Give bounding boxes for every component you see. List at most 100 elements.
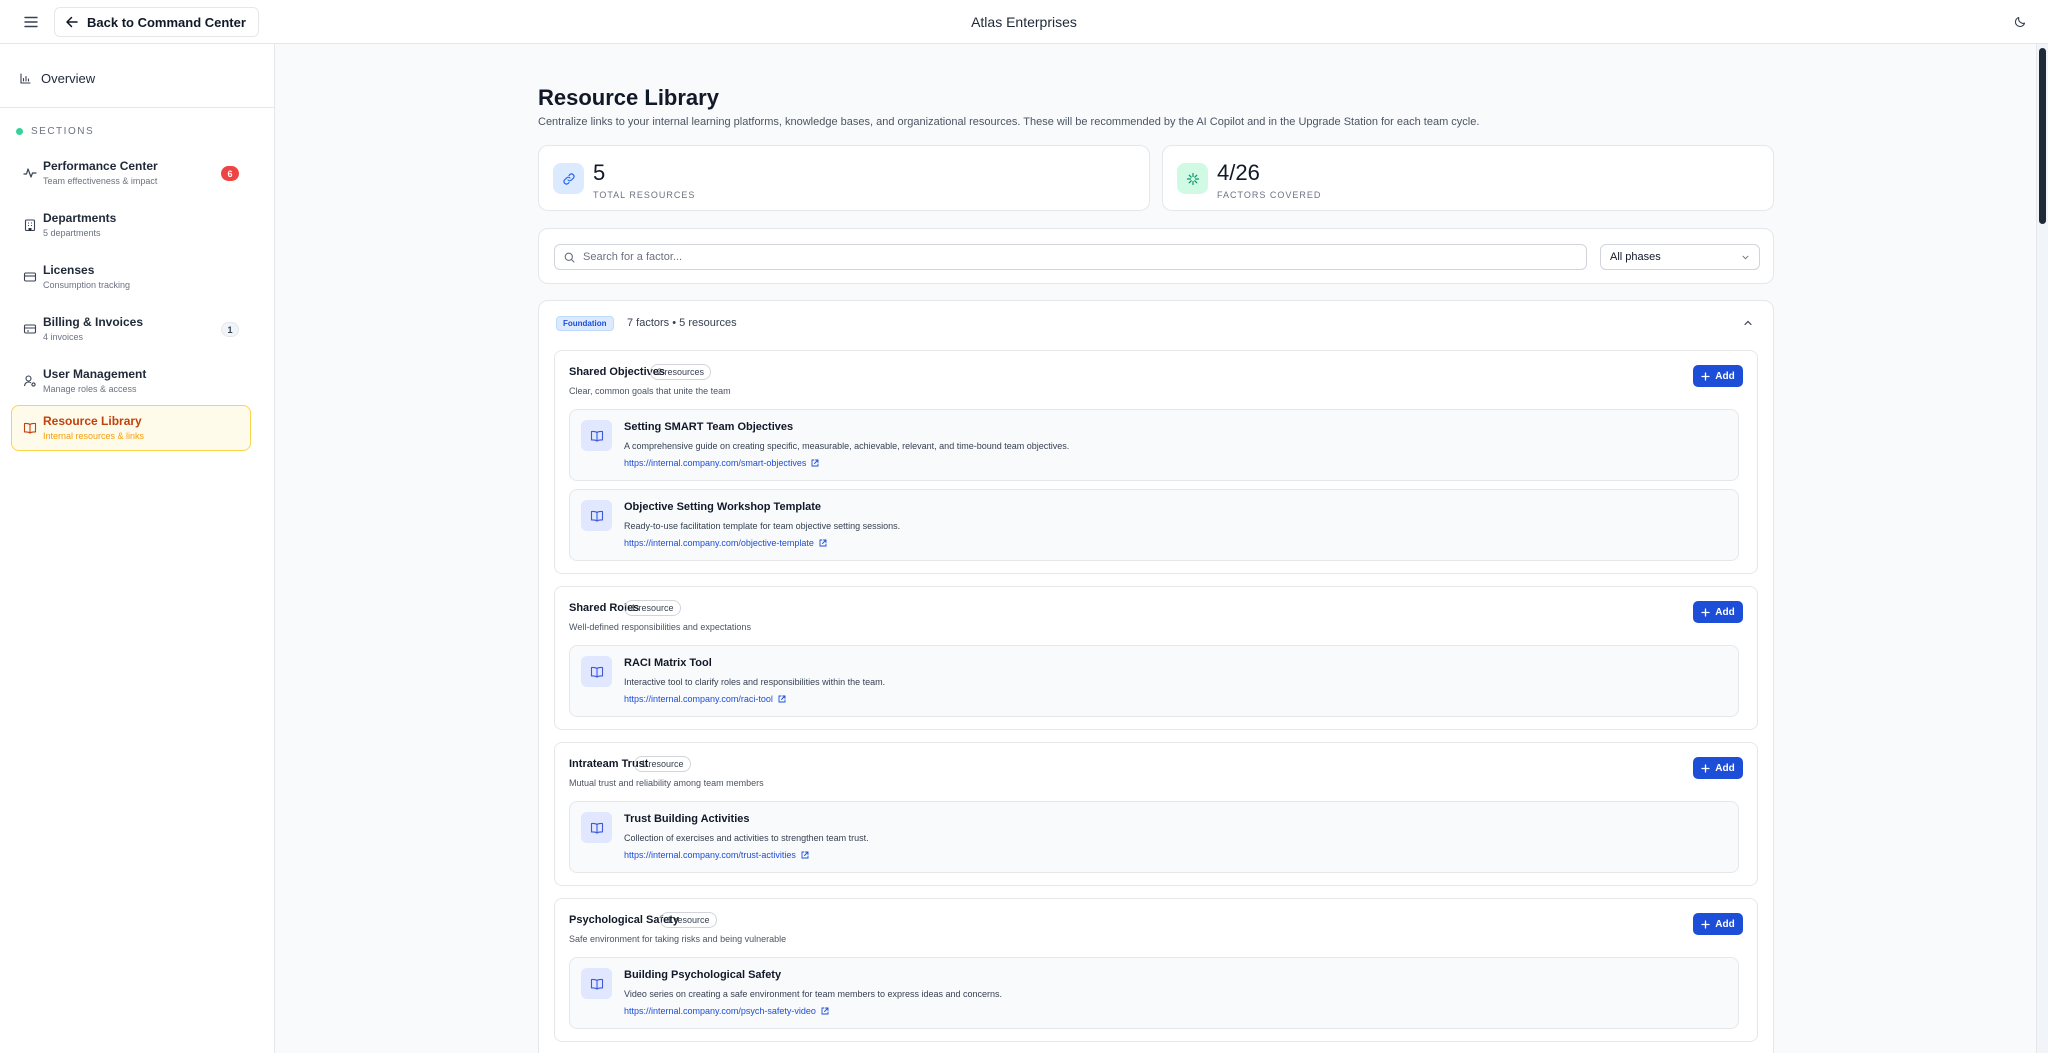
stat-label: TOTAL RESOURCES [593,190,696,200]
app-title: Atlas Enterprises [971,14,1077,30]
page-title: Resource Library [538,85,719,110]
sparkle-icon [1177,163,1208,194]
sidebar-item-overview[interactable]: Overview [20,66,95,90]
search-input[interactable] [583,251,1563,263]
activity-icon [23,168,37,178]
sidebar-item-billing-invoices[interactable]: Billing & Invoices 4 invoices 1 [11,306,251,352]
sidebar-item-title: Departments [43,211,117,225]
add-resource-button[interactable]: Add [1693,757,1743,779]
plus-icon [1701,607,1710,617]
plus-icon [1701,763,1710,773]
resource-link[interactable]: https://internal.company.com/psych-safet… [624,1006,829,1016]
resource-count-badge: 2 resources [650,364,712,380]
notification-badge: 6 [221,166,239,181]
search-field[interactable] [554,244,1587,270]
phase-select[interactable]: All phases [1600,244,1760,270]
sidebar-divider [0,107,275,108]
resource-url: https://internal.company.com/psych-safet… [624,1006,816,1016]
scrollbar[interactable] [2036,44,2048,1053]
resource-description: Collection of exercises and activities t… [624,833,869,843]
sidebar-item-performance-center[interactable]: Performance Center Team effectiveness & … [11,150,251,196]
filter-bar: All phases [538,228,1774,284]
resource-description: Interactive tool to clarify roles and re… [624,677,886,687]
add-resource-button[interactable]: Add [1693,365,1743,387]
sidebar-item-subtitle: 4 invoices [43,332,84,342]
resource-count-badge: 1 resource [660,912,717,928]
book-icon [581,500,612,531]
sidebar-item-subtitle: Internal resources & links [43,431,145,441]
resource-title: Objective Setting Workshop Template [624,501,822,513]
scrollbar-thumb[interactable] [2039,48,2046,224]
stat-card-total-resources: 5 TOTAL RESOURCES [538,145,1150,211]
resource-description: Video series on creating a safe environm… [624,989,1003,999]
phase-section-foundation: Foundation 7 factors • 5 resources Share… [538,300,1774,1053]
stat-value: 5 [593,160,606,185]
resource-url: https://internal.company.com/trust-activ… [624,850,796,860]
external-link-icon [778,695,786,703]
sidebar-item-title: Performance Center [43,159,158,173]
sidebar-item-subtitle: Consumption tracking [43,280,131,290]
external-link-icon [801,851,809,859]
resource-card[interactable]: Setting SMART Team Objectives A comprehe… [569,409,1739,481]
resource-card[interactable]: Building Psychological Safety Video seri… [569,957,1739,1029]
sidebar-item-resource-library[interactable]: Resource Library Internal resources & li… [11,405,251,451]
building-icon [24,219,36,232]
resource-count-badge: 1 resource [624,600,681,616]
sections-heading: SECTIONS [16,126,94,137]
chevron-up-icon[interactable] [1741,316,1755,330]
book-icon [581,812,612,843]
resource-link[interactable]: https://internal.company.com/objective-t… [624,538,827,548]
book-icon [581,420,612,451]
resource-card[interactable]: Trust Building Activities Collection of … [569,801,1739,873]
resource-link[interactable]: https://internal.company.com/raci-tool [624,694,786,704]
phase-summary: 7 factors • 5 resources [627,317,737,329]
resource-count-badge: 1 resource [634,756,691,772]
main-content: Resource Library Centralize links to you… [276,44,2036,1053]
search-icon [564,252,575,263]
stat-card-factors-covered: 4/26 FACTORS COVERED [1162,145,1774,211]
moon-icon[interactable] [2010,12,2030,32]
resource-card[interactable]: Objective Setting Workshop Template Read… [569,489,1739,561]
stat-value: 4/26 [1217,160,1260,185]
sidebar-item-licenses[interactable]: Licenses Consumption tracking [11,254,251,300]
book-icon [581,656,612,687]
factor-card-shared-roles: Shared Roles 1 resource Well-defined res… [554,586,1758,730]
factor-description: Safe environment for taking risks and be… [569,934,787,944]
sidebar-item-user-management[interactable]: User Management Manage roles & access [11,358,251,404]
sidebar-item-subtitle: Manage roles & access [43,384,137,394]
add-label: Add [1715,370,1735,382]
sidebar-item-title: Resource Library [43,414,142,428]
phase-select-value: All phases [1610,251,1661,263]
resource-title: Setting SMART Team Objectives [624,421,794,433]
user-cog-icon [23,375,36,387]
resource-title: RACI Matrix Tool [624,657,712,669]
factor-card-psychological-safety: Psychological Safety 1 resource Safe env… [554,898,1758,1042]
add-resource-button[interactable]: Add [1693,913,1743,935]
overview-label: Overview [41,70,96,86]
resource-url: https://internal.company.com/smart-objec… [624,458,807,468]
resource-title: Building Psychological Safety [624,969,782,981]
add-resource-button[interactable]: Add [1693,601,1743,623]
sidebar-item-departments[interactable]: Departments 5 departments [11,202,251,248]
sections-dot-icon [16,128,23,135]
factor-description: Well-defined responsibilities and expect… [569,622,751,632]
add-label: Add [1715,918,1735,930]
bar-chart-icon [20,72,31,84]
resource-url: https://internal.company.com/objective-t… [624,538,814,548]
resource-url: https://internal.company.com/raci-tool [624,694,773,704]
resource-title: Trust Building Activities [624,813,750,825]
top-bar: Back to Command Center Atlas Enterprises [0,0,2048,44]
stat-label: FACTORS COVERED [1217,190,1322,200]
resource-link[interactable]: https://internal.company.com/smart-objec… [624,458,819,468]
book-icon [23,422,37,434]
resource-card[interactable]: RACI Matrix Tool Interactive tool to cla… [569,645,1739,717]
resource-description: A comprehensive guide on creating specif… [624,441,1070,451]
link-icon [553,163,584,194]
invoice-icon [23,324,37,334]
sections-label: SECTIONS [31,126,95,137]
resource-link[interactable]: https://internal.company.com/trust-activ… [624,850,809,860]
plus-icon [1701,919,1710,929]
phase-tag: Foundation [556,316,614,331]
chevron-down-icon [1742,255,1749,259]
count-badge: 1 [221,322,239,337]
